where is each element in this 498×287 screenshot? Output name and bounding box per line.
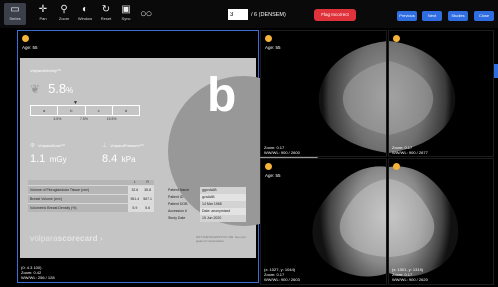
sync-icon: ▣ xyxy=(121,4,131,15)
pressure-metric: ⊥ VolparaPressure™ 8.4 kPa xyxy=(102,142,144,167)
table-row: Breast Volume (cm³) 551.4 567.1 xyxy=(28,193,154,203)
dose-unit: mGy xyxy=(49,155,67,164)
viewport-top-middle[interactable]: Age: 55 Zoom: 0.17 WW/WL: 900 / 2600 xyxy=(260,30,387,157)
scale-tick: 7.5% xyxy=(80,117,88,121)
viewport-pane-label: Age: 55 xyxy=(265,45,281,50)
previous-button[interactable]: Previous xyxy=(397,11,417,21)
volume-table: L R Volume of Fibroglandular Tissue (cm³… xyxy=(28,180,154,212)
right-value: 567.1 xyxy=(141,193,154,203)
density-grade: b xyxy=(207,69,237,122)
scale-tick: 3.5% xyxy=(53,117,62,121)
series-icon: ▭ xyxy=(10,4,20,15)
pan-icon: ✛ xyxy=(38,4,48,15)
left-value: 32.6 xyxy=(128,184,142,194)
dose-label: VolparaDose™ xyxy=(38,143,65,148)
next-button[interactable]: Next xyxy=(422,11,442,21)
dose-metric: ⊛ VolparaDose™ 1.1 mGy xyxy=(30,142,67,167)
scale-segment-d: d xyxy=(124,108,127,113)
left-value: 551.4 xyxy=(128,193,142,203)
mammogram-image xyxy=(389,41,456,153)
reset-tool-button[interactable]: ↻ Reset xyxy=(97,3,115,25)
volpara-scorecard: b VolparaDensity™ ❦ 5.8% ▼ a b c d 3.5% … xyxy=(20,58,318,258)
detail-row: Patient DOB 14 Mar 1965 xyxy=(166,201,246,208)
density-row: ❦ 5.8% xyxy=(30,80,73,98)
viewport-info: (x: 1027, y: 1044) Zoom: 0.17 WW/WL: 900… xyxy=(264,267,300,282)
viewport-top-right[interactable]: Zoom: 0.17 WW/WL: 900 / 2677 xyxy=(388,30,494,157)
window-tool-button[interactable]: ◐ Window xyxy=(76,3,94,25)
right-value: 5.6 xyxy=(141,202,154,212)
sun-icon xyxy=(393,35,400,42)
pressure-icon: ⊥ xyxy=(102,143,108,149)
sync-tool-button[interactable]: ▣ Sync xyxy=(117,3,135,25)
image-index-input[interactable] xyxy=(228,9,248,20)
density-unit: % xyxy=(66,86,74,95)
patient-details: Patient Name ggcnAAB Patient ID gcnAAB Pat… xyxy=(166,187,246,222)
dose-icon: ⊛ xyxy=(30,143,36,149)
scale-segment-c: c xyxy=(86,106,113,115)
viewport-info: Zoom: 0.17 WW/WL: 900 / 2677 xyxy=(392,145,428,155)
image-counter: / 6 (DENSEM) xyxy=(228,9,286,20)
viewport-info: Zoom: 0.17 WW/WL: 900 / 2600 xyxy=(264,145,300,155)
detail-row: Patient Name ggcnAAB xyxy=(166,187,246,194)
right-value: 35.8 xyxy=(141,184,154,194)
detail-row: Patient ID gcnAAB xyxy=(166,194,246,201)
density-scale: a b c d xyxy=(30,105,140,116)
close-button[interactable]: Close xyxy=(474,11,494,21)
toolbar: ▭ Series ✛ Pan ⚲ Zoom ◐ Window ↻ Reset ▣… xyxy=(0,0,498,28)
scale-segment-a: a xyxy=(31,106,59,115)
table-row: Volume of Fibroglandular Tissue (cm³) 32… xyxy=(28,184,154,194)
disclaimer: NOT FOR DIAGNOSTIC USE. See user guide f… xyxy=(196,235,246,243)
scale-tick: 15.5% xyxy=(106,117,117,121)
studies-button[interactable]: Studies xyxy=(448,11,468,21)
row-label: Volume of Fibroglandular Tissue (cm³) xyxy=(28,184,129,194)
zoom-tool-button[interactable]: ⚲ Zoom xyxy=(55,3,73,25)
pressure-unit: kPa xyxy=(121,155,136,164)
viewport-bottom-middle[interactable]: Age: 55 (x: 1027, y: 1044) Zoom: 0.17 WW… xyxy=(260,158,387,285)
sun-icon xyxy=(265,163,272,170)
zoom-icon: ⚲ xyxy=(60,4,68,15)
pressure-value: 8.4 xyxy=(102,153,118,165)
reset-icon: ↻ xyxy=(101,4,111,15)
viewport-info: (x: 1001, y: 1315) Zoom: 0.17 WW/WL: 900… xyxy=(392,267,428,282)
detail-row: Accession # Date: anonymised xyxy=(166,208,246,215)
window-icon: ◐ xyxy=(81,4,89,15)
left-value: 5.9 xyxy=(128,202,142,212)
pan-tool-button[interactable]: ✛ Pan xyxy=(34,3,52,25)
viewport-pane-label: Age: 55 xyxy=(22,45,38,50)
flag-incorrect-button[interactable]: Flag Incorrect xyxy=(314,9,356,21)
dose-value: 1.1 xyxy=(30,153,46,165)
pressure-label: VolparaPressure™ xyxy=(110,143,144,148)
density-value: 5.8 xyxy=(48,81,67,96)
series-tool-button[interactable]: ▭ Series xyxy=(4,3,26,25)
viewport-info: (0: 4.3 100) Zoom: 0.42 WW/WL: 256 / 128 xyxy=(21,265,55,280)
side-panel-tab[interactable] xyxy=(494,64,498,78)
volpara-logo: volparascorecard › xyxy=(30,234,103,243)
row-label: Volumetric Breast Density (%) xyxy=(28,202,129,212)
viewport-bottom-right[interactable]: (x: 1001, y: 1315) Zoom: 0.17 WW/WL: 900… xyxy=(388,158,494,285)
detail-row: Study Date 15 Jun 2020 xyxy=(166,215,246,222)
scale-segment-b: b xyxy=(58,106,86,115)
breast-icon: ❦ xyxy=(30,82,41,96)
sun-icon xyxy=(22,35,29,42)
glasses-icon[interactable]: ○○ xyxy=(140,6,162,22)
row-label: Breast Volume (cm³) xyxy=(28,193,129,203)
sun-icon xyxy=(265,35,272,42)
sun-icon xyxy=(393,163,400,170)
image-total-label: / 6 (DENSEM) xyxy=(251,11,286,18)
density-label: VolparaDensity™ xyxy=(30,68,61,73)
scale-ticks: 3.5% 7.5% 15.5% xyxy=(30,117,140,121)
table-row: Volumetric Breast Density (%) 5.9 5.6 xyxy=(28,202,154,212)
chevron-right-icon: › xyxy=(100,234,103,243)
viewport-pane-label: Age: 55 xyxy=(265,173,281,178)
